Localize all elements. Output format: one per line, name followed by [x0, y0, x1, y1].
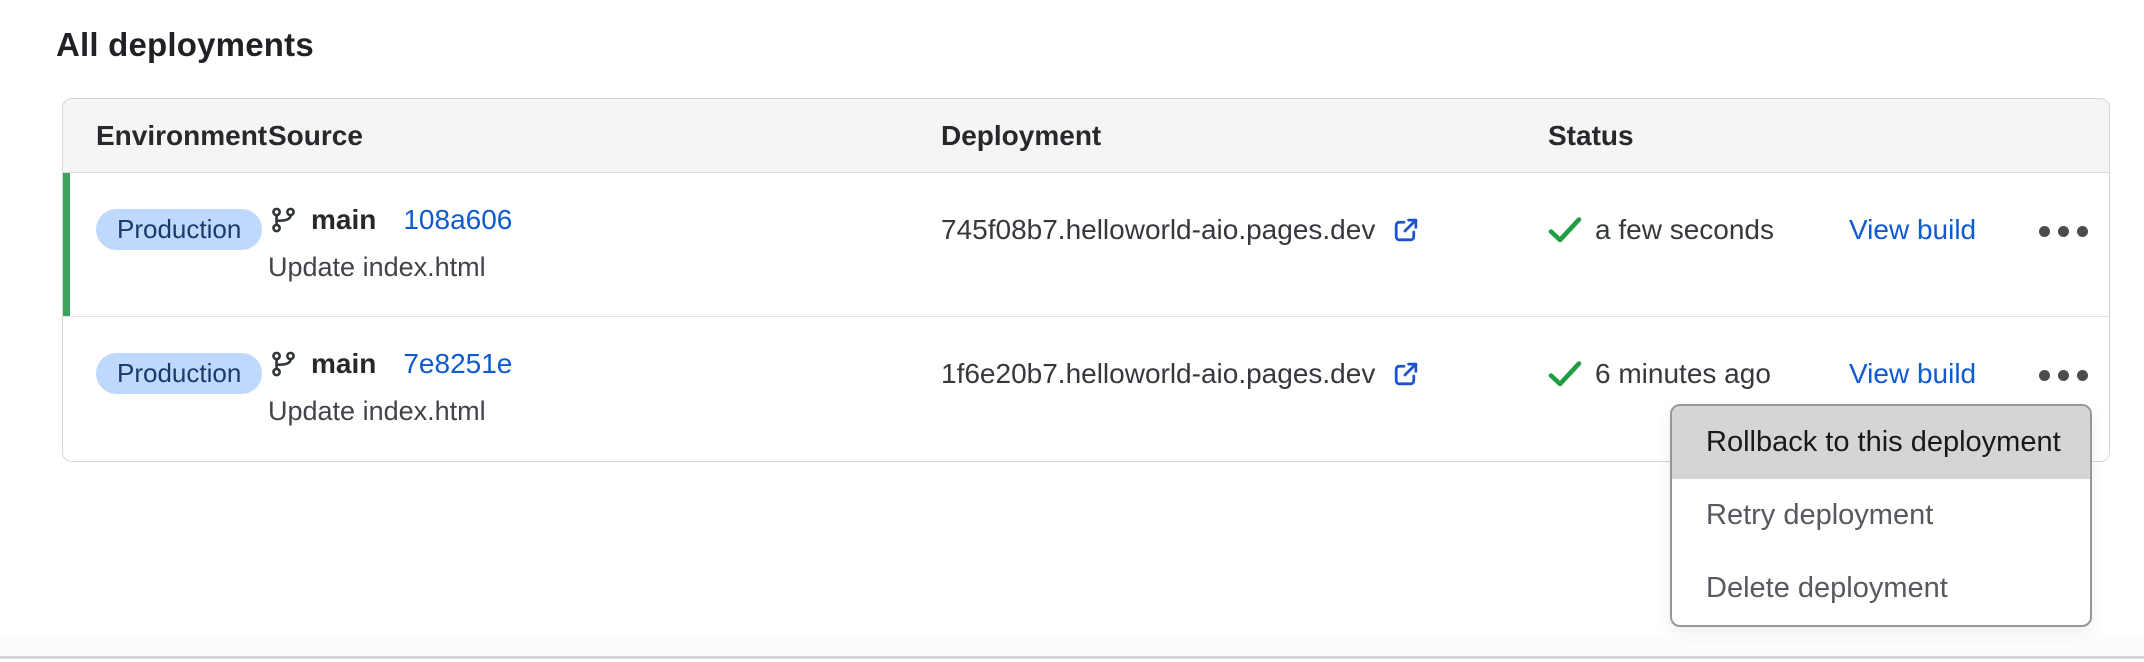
commit-link[interactable]: 7e8251e — [403, 348, 512, 380]
commit-message: Update index.html — [268, 252, 512, 283]
git-branch-icon — [268, 349, 298, 379]
deployment-row: Production main 108a606 Update index.htm… — [63, 173, 2109, 317]
ellipsis-icon — [2039, 370, 2088, 381]
column-header-environment: Environment — [96, 120, 267, 152]
menu-item-rollback[interactable]: Rollback to this deployment — [1672, 406, 2090, 479]
status-time: a few seconds — [1595, 214, 1774, 246]
external-link-icon[interactable] — [1390, 215, 1421, 246]
current-deployment-indicator-bar — [63, 173, 70, 316]
environment-badge: Production — [96, 353, 262, 394]
ellipsis-dot — [2039, 226, 2050, 237]
page-title: All deployments — [56, 26, 314, 64]
menu-item-retry[interactable]: Retry deployment — [1672, 479, 2090, 552]
column-header-source: Source — [268, 120, 363, 152]
external-link-icon[interactable] — [1390, 359, 1421, 390]
deployment-context-menu: Rollback to this deployment Retry deploy… — [1670, 404, 2092, 627]
deployment-cell: 1f6e20b7.helloworld-aio.pages.dev — [941, 352, 1421, 396]
view-build-link[interactable]: View build — [1849, 358, 1976, 390]
page-bottom-band — [0, 638, 2144, 656]
check-icon — [1548, 216, 1582, 244]
check-icon — [1548, 360, 1582, 388]
status-cell: 6 minutes ago — [1548, 352, 1771, 396]
ellipsis-dot — [2077, 226, 2088, 237]
page-bottom-divider — [0, 656, 2144, 659]
overflow-menu-button[interactable] — [2013, 355, 2113, 395]
view-build-link[interactable]: View build — [1849, 214, 1976, 246]
branch-name: main — [311, 348, 376, 380]
status-time: 6 minutes ago — [1595, 358, 1771, 390]
ellipsis-dot — [2058, 226, 2069, 237]
source-cell: main 7e8251e Update index.html — [268, 341, 512, 427]
ellipsis-dot — [2058, 370, 2069, 381]
commit-message: Update index.html — [268, 396, 512, 427]
commit-link[interactable]: 108a606 — [403, 204, 512, 236]
deployment-cell: 745f08b7.helloworld-aio.pages.dev — [941, 208, 1421, 252]
deployment-url: 1f6e20b7.helloworld-aio.pages.dev — [941, 358, 1375, 390]
ellipsis-dot — [2077, 370, 2088, 381]
git-branch-icon — [268, 205, 298, 235]
menu-item-delete[interactable]: Delete deployment — [1672, 552, 2090, 625]
table-header-row: Environment Source Deployment Status — [63, 99, 2109, 173]
ellipsis-icon — [2039, 226, 2088, 237]
column-header-status: Status — [1548, 120, 1634, 152]
status-cell: a few seconds — [1548, 208, 1774, 252]
overflow-menu-button[interactable] — [2013, 211, 2113, 251]
deployment-url: 745f08b7.helloworld-aio.pages.dev — [941, 214, 1375, 246]
ellipsis-dot — [2039, 370, 2050, 381]
branch-name: main — [311, 204, 376, 236]
source-cell: main 108a606 Update index.html — [268, 197, 512, 283]
column-header-deployment: Deployment — [941, 120, 1101, 152]
environment-badge: Production — [96, 209, 262, 250]
